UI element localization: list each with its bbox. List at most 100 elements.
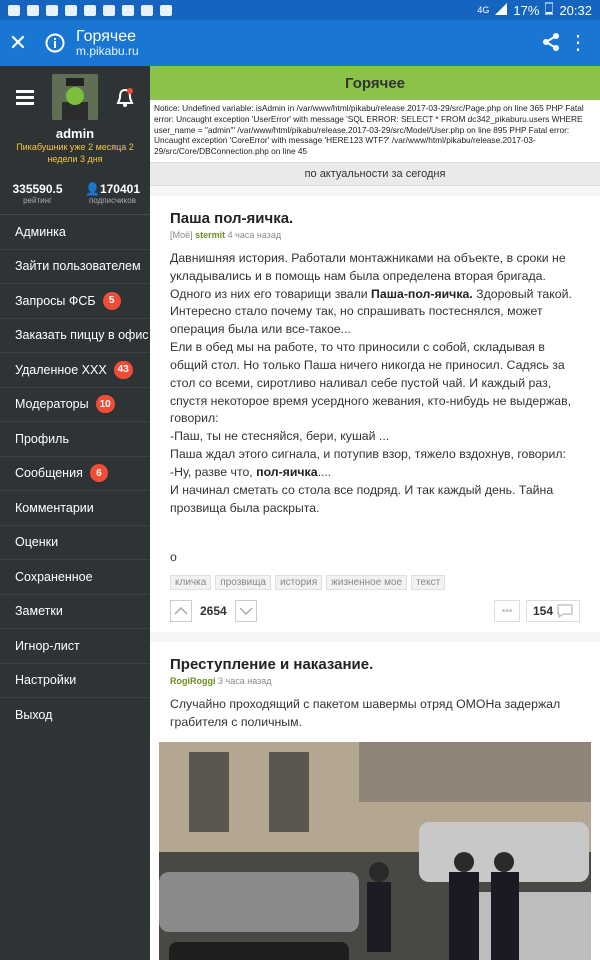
tag[interactable]: история (274, 575, 323, 591)
sidebar-item-label: Заметки (15, 604, 63, 619)
post-title[interactable]: Паша пол-яичка. (170, 210, 580, 227)
battery-icon (544, 2, 554, 18)
comment-bubble-icon (557, 604, 573, 619)
sidebar-item-label: Заказать пиццу в офис (15, 328, 149, 343)
browser-toolbar: ✕ Горячее m.pikabu.ru ⋮ (0, 20, 600, 66)
status-bar: 4G 17% 20:32 (0, 0, 600, 20)
tag[interactable]: прозвища (215, 575, 271, 591)
notification-icon (27, 4, 39, 16)
notification-icon (8, 4, 20, 16)
avatar[interactable] (52, 74, 98, 120)
sidebar-item-fsb-requests[interactable]: Запросы ФСБ 5 (0, 283, 150, 318)
chevron-down-icon (239, 607, 253, 616)
notification-icon (84, 4, 96, 16)
post-card: Преступление и наказание. RogiRoggi 3 ча… (150, 642, 600, 960)
sidebar-item-label: Настройки (15, 673, 77, 688)
post-tags: кличка прозвища история жизненное мое те… (170, 575, 580, 591)
sidebar-item-logout[interactable]: Выход (0, 697, 150, 732)
sidebar-item-ignore-list[interactable]: Игнор-лист (0, 628, 150, 663)
hamburger-menu-icon[interactable] (16, 90, 34, 105)
sidebar-item-label: Запросы ФСБ (15, 293, 96, 308)
page-title: Горячее (76, 27, 137, 45)
sidebar-item-notes[interactable]: Заметки (0, 593, 150, 629)
sidebar-item-ratings[interactable]: Оценки (0, 524, 150, 560)
post-image[interactable] (159, 741, 591, 960)
tag[interactable]: текст (411, 575, 446, 591)
sidebar-item-comments[interactable]: Комментарии (0, 490, 150, 525)
sidebar-item-settings[interactable]: Настройки (0, 662, 150, 698)
user-tenure: Пикабушник уже 2 месяца 2 недели 3 дня (16, 142, 134, 164)
page-url: m.pikabu.ru (76, 44, 139, 59)
main-content: Горячее Notice: Undefined variable: isAd… (150, 66, 600, 960)
username[interactable]: admin (0, 126, 150, 141)
sidebar-item-order-pizza[interactable]: Заказать пиццу в офис (0, 317, 150, 353)
share-icon[interactable] (542, 32, 560, 57)
more-options-icon[interactable]: ⋮ (568, 30, 588, 55)
post-paragraph: о (170, 550, 177, 565)
php-error-text: Notice: Undefined variable: isAdmin in /… (150, 100, 600, 162)
sidebar-item-deleted[interactable]: Удаленное XXX 43 (0, 352, 150, 387)
tag[interactable]: кличка (170, 575, 212, 591)
post-title[interactable]: Преступление и наказание. (170, 656, 580, 673)
sidebar-item-label: Админка (15, 224, 66, 239)
sidebar-item-label: Выход (15, 707, 53, 722)
sidebar-item-label: Оценки (15, 535, 59, 550)
sidebar-item-label: Профиль (15, 431, 69, 446)
sidebar-item-profile[interactable]: Профиль (0, 421, 150, 456)
upvote-button[interactable] (170, 600, 192, 623)
info-icon[interactable] (42, 30, 68, 56)
post-author[interactable]: stermit (195, 230, 225, 240)
notification-icons (8, 4, 172, 16)
count-badge: 5 (102, 291, 121, 310)
comments-count: 154 (532, 604, 553, 619)
battery-percent: 17% (513, 2, 540, 18)
post-author[interactable]: RogiRoggi (170, 676, 216, 686)
subscribers-value: 170401 (99, 182, 140, 196)
sidebar-item-label: Сообщения (15, 466, 83, 481)
rating-stat: 335590.5 рейтинг (0, 182, 75, 205)
more-dots-button[interactable]: ••• (493, 600, 520, 623)
sidebar-item-label: Зайти пользователем (15, 259, 141, 274)
notification-icon (141, 4, 153, 16)
notification-icon (160, 4, 172, 16)
notifications-bell-icon[interactable] (116, 88, 134, 113)
sidebar-item-label: Комментарии (15, 500, 94, 515)
text: -Ну, разве что, (170, 464, 257, 479)
sidebar-nav: Админка Зайти пользователем Запросы ФСБ 5… (0, 214, 150, 732)
profile-panel: admin Пикабушник уже 2 месяца 2 недели 3… (0, 66, 150, 208)
notification-icon (122, 4, 134, 16)
sidebar-item-admin[interactable]: Админка (0, 214, 150, 249)
sidebar: admin Пикабушник уже 2 месяца 2 недели 3… (0, 66, 150, 960)
sort-filter[interactable]: по актуальности за сегодня (150, 162, 600, 186)
subscribers-stat: 👤170401 подписчиков (75, 182, 150, 205)
comments-button[interactable]: 154 (525, 600, 580, 623)
post-score: 2654 (200, 604, 227, 619)
post-meta: RogiRoggi 3 часа назад (170, 676, 580, 686)
post-meta: [Моё] stermit 4 часа назад (170, 230, 580, 240)
sidebar-item-saved[interactable]: Сохраненное (0, 559, 150, 594)
downvote-button[interactable] (234, 600, 257, 623)
notification-icon (103, 4, 115, 16)
text: .... (317, 464, 332, 479)
post-paragraph: -Ну, разве что, пол-яичка.... (170, 464, 580, 482)
clock: 20:32 (559, 2, 592, 18)
notification-icon (65, 4, 77, 16)
close-icon[interactable]: ✕ (0, 30, 36, 56)
section-header: Горячее (150, 66, 600, 100)
tag[interactable]: жизненное мое (326, 575, 408, 591)
sidebar-item-login-as-user[interactable]: Зайти пользователем (0, 248, 150, 284)
notification-icon (46, 4, 58, 16)
post-body: Давнишняя история. Работали монтажниками… (170, 250, 580, 567)
post-paragraph: -Паш, ты не стесняйся, бери, кушай ... (170, 429, 390, 444)
post-paragraph: Ели в обед мы на работе, то что приносил… (170, 340, 572, 426)
post-paragraph: И начинал сметать со стола все подряд. И… (170, 482, 554, 515)
bold-text: Паша-пол-яичка. (371, 286, 473, 301)
sidebar-item-moderators[interactable]: Модераторы 10 (0, 386, 150, 422)
sidebar-item-label: Модераторы (15, 397, 89, 412)
subscribers-label: подписчиков (89, 196, 136, 205)
rating-value: 335590.5 (12, 182, 63, 196)
count-badge: 6 (89, 464, 108, 483)
post-tag-mine: [Моё] (170, 230, 193, 240)
post-actions: 2654 ••• 154 (170, 598, 580, 624)
sidebar-item-messages[interactable]: Сообщения 6 (0, 455, 150, 491)
